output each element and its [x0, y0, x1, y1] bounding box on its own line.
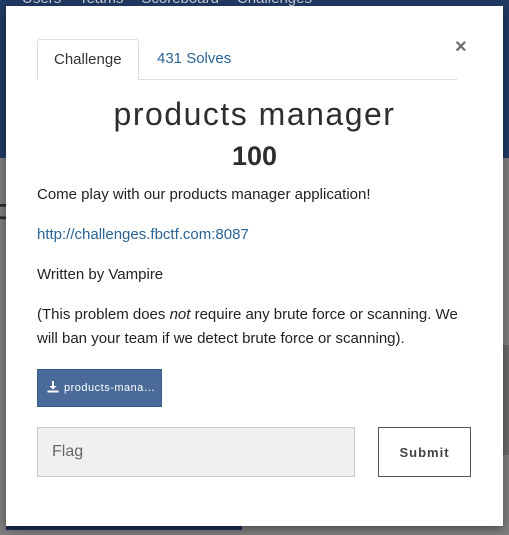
- download-file-label: products-manager.tar.gz: [64, 382, 156, 394]
- challenge-points: 100: [231, 141, 278, 171]
- challenge-modal: Challenge 431 Solves × products manager …: [6, 6, 503, 526]
- download-file-button[interactable]: products-manager.tar.gz: [37, 369, 162, 407]
- submit-button[interactable]: Submit: [378, 427, 471, 477]
- note-text: (This problem does: [37, 306, 170, 323]
- challenge-link[interactable]: http://challenges.fbctf.com:8087: [37, 223, 249, 247]
- tab-solves[interactable]: 431 Solves: [141, 39, 247, 80]
- challenge-title: products manager: [113, 96, 396, 132]
- background-stripe: [503, 345, 509, 455]
- challenge-note: (This problem does not require any brute…: [37, 303, 477, 351]
- note-emphasis: not: [169, 306, 191, 323]
- close-icon[interactable]: ×: [455, 37, 467, 57]
- download-icon: [47, 381, 59, 395]
- challenge-author: Written by Vampire: [37, 266, 164, 283]
- tab-challenge[interactable]: Challenge: [37, 39, 139, 80]
- challenge-description: Come play with our products manager appl…: [37, 186, 371, 203]
- modal-tabs: Challenge 431 Solves: [37, 39, 457, 80]
- flag-input[interactable]: [37, 427, 355, 477]
